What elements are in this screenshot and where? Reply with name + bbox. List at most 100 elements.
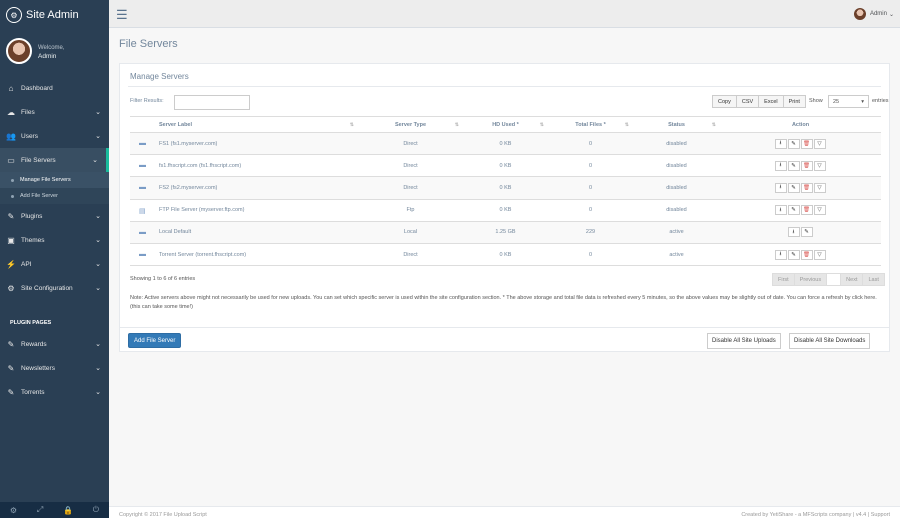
page-1[interactable]: 1 — [826, 273, 842, 286]
col-server-label[interactable]: Server Label ⇅ — [130, 116, 358, 133]
col-total-files[interactable]: Total Files * ⇅ — [548, 116, 633, 133]
menu-toggle-icon[interactable]: ☰ — [116, 7, 128, 23]
filter-icon[interactable]: ▽ — [813, 138, 826, 149]
showing-info: Showing 1 to 6 of 6 entries — [130, 276, 196, 282]
nav-users[interactable]: 👥 Users ⌄ — [0, 124, 109, 148]
sub-add-file-server[interactable]: Add File Server — [0, 188, 109, 204]
excel-button[interactable]: Excel — [758, 95, 784, 108]
total-files: 0 — [548, 243, 633, 267]
nav-files[interactable]: ☁ Files ⌄ — [0, 100, 109, 124]
server-label: FS2 (fs2.myserver.com) — [159, 184, 218, 191]
nav-dashboard[interactable]: ⌂ Dashboard — [0, 76, 109, 100]
print-button[interactable]: Print — [782, 95, 806, 108]
user-menu[interactable]: Admin ⌄ — [853, 8, 894, 20]
filter-icon[interactable]: ▽ — [813, 182, 826, 193]
edit-icon[interactable]: ✎ — [787, 182, 800, 193]
nav-newsletters[interactable]: ✎ Newsletters ⌄ — [0, 356, 109, 380]
bullet-icon — [11, 178, 14, 182]
server-label: Local Default — [159, 229, 192, 236]
edit-icon[interactable]: ✎ — [787, 205, 800, 216]
page-previous[interactable]: Previous — [793, 273, 828, 286]
total-files: 229 — [548, 221, 633, 244]
fullscreen-icon[interactable]: ⤢ — [37, 505, 43, 515]
nav-api[interactable]: ⚡ API ⌄ — [0, 252, 109, 276]
server-type: Direct — [358, 243, 463, 267]
delete-icon[interactable]: 🗑 — [800, 138, 813, 149]
sort-icon: ⇅ — [454, 121, 459, 128]
col-hd-used[interactable]: HD Used * ⇅ — [463, 116, 548, 133]
filter-input[interactable] — [174, 95, 250, 110]
disable-uploads-button[interactable]: Disable All Site Uploads — [707, 333, 781, 349]
page-title: File Servers — [119, 38, 178, 50]
server-icon: ▬ — [139, 250, 146, 258]
edit-icon[interactable]: ✎ — [787, 160, 800, 171]
filter-icon[interactable]: ▽ — [813, 160, 826, 171]
server-type: Ftp — [358, 199, 463, 222]
upload-icon[interactable]: ⭳ — [774, 249, 787, 260]
nav-plugins[interactable]: ✎ Plugins ⌄ — [0, 204, 109, 228]
add-file-server-button[interactable]: Add File Server — [128, 333, 182, 348]
server-type: Direct — [358, 132, 463, 156]
nav-site-configuration[interactable]: ⚙ Site Configuration ⌄ — [0, 276, 109, 300]
nav-label: Plugins — [21, 212, 43, 220]
filter-label: Filter Results: — [130, 98, 164, 104]
server-icon: ▬ — [139, 162, 146, 170]
total-files: 0 — [548, 176, 633, 200]
hd-used: 0 KB — [463, 176, 548, 200]
delete-icon[interactable]: 🗑 — [800, 249, 813, 260]
chevron-down-icon: ⌄ — [888, 11, 894, 18]
settings-icon[interactable]: ⚙ — [10, 506, 17, 515]
chevron-down-icon: ⌄ — [95, 389, 101, 396]
status-badge: active — [633, 243, 720, 267]
col-action: Action — [720, 116, 881, 133]
disable-downloads-button[interactable]: Disable All Site Downloads — [789, 333, 871, 349]
table-row: ▬ FS1 (fs1.myserver.com) Direct 0 KB 0 di… — [130, 132, 881, 156]
brand[interactable]: ⚙ Site Admin — [0, 0, 109, 30]
lock-icon[interactable]: 🔒 — [63, 506, 73, 515]
username: Admin — [38, 52, 57, 60]
chevron-down-icon: ⌄ — [95, 213, 101, 220]
table-row: ▬ FS2 (fs2.myserver.com) Direct 0 KB 0 di… — [130, 176, 881, 200]
server-type: Direct — [358, 154, 463, 178]
server-label-cell: ▤ FTP File Server (myserver.ftp.com) — [130, 199, 358, 222]
welcome-text: Welcome, — [38, 44, 65, 51]
delete-icon[interactable]: 🗑 — [800, 205, 813, 216]
logout-icon[interactable]: ⏻ — [93, 505, 99, 515]
delete-icon[interactable]: 🗑 — [800, 182, 813, 193]
filter-icon[interactable]: ▽ — [813, 205, 826, 216]
filter-icon[interactable]: ▽ — [813, 249, 826, 260]
sub-manage-file-servers[interactable]: Manage File Servers — [0, 172, 109, 188]
chevron-down-icon: ⌄ — [95, 261, 101, 268]
nav-file-servers[interactable]: ▭ File Servers ⌄ — [0, 148, 109, 172]
delete-icon[interactable]: 🗑 — [800, 160, 813, 171]
upload-icon[interactable]: ⭳ — [787, 227, 800, 238]
upload-icon[interactable]: ⭳ — [774, 182, 787, 193]
sort-icon: ⇅ — [711, 121, 716, 128]
page-next[interactable]: Next — [840, 273, 864, 286]
action-cell: ⭳ ✎ 🗑 ▽ — [720, 199, 881, 222]
upload-icon[interactable]: ⭳ — [774, 138, 787, 149]
edit-icon[interactable]: ✎ — [787, 249, 800, 260]
status-badge: active — [633, 221, 720, 244]
page-footer: Copyright © 2017 File Upload Script Crea… — [109, 506, 900, 518]
cloud-upload-icon: ☁ — [7, 107, 15, 117]
edit-icon[interactable]: ✎ — [800, 227, 813, 238]
copy-button[interactable]: Copy — [712, 95, 737, 108]
page-last[interactable]: Last — [862, 273, 885, 286]
csv-button[interactable]: CSV — [735, 95, 760, 108]
main-content: File Servers Manage Servers Filter Resul… — [109, 28, 900, 518]
hd-used: 0 KB — [463, 154, 548, 178]
page-first[interactable]: First — [772, 273, 795, 286]
upload-icon[interactable]: ⭳ — [774, 205, 787, 216]
nav-rewards[interactable]: ✎ Rewards ⌄ — [0, 332, 109, 356]
col-server-type[interactable]: Server Type ⇅ — [358, 116, 463, 133]
users-icon: 👥 — [6, 131, 16, 141]
nav-torrents[interactable]: ✎ Torrents ⌄ — [0, 380, 109, 404]
upload-icon[interactable]: ⭳ — [774, 160, 787, 171]
nav-label: Rewards — [21, 340, 47, 348]
edit-icon[interactable]: ✎ — [787, 138, 800, 149]
server-label: FTP File Server (myserver.ftp.com) — [159, 207, 245, 214]
nav-themes[interactable]: ▣ Themes ⌄ — [0, 228, 109, 252]
page-size-select[interactable]: 25 ▾ — [828, 95, 869, 108]
col-status[interactable]: Status ⇅ — [633, 116, 720, 133]
